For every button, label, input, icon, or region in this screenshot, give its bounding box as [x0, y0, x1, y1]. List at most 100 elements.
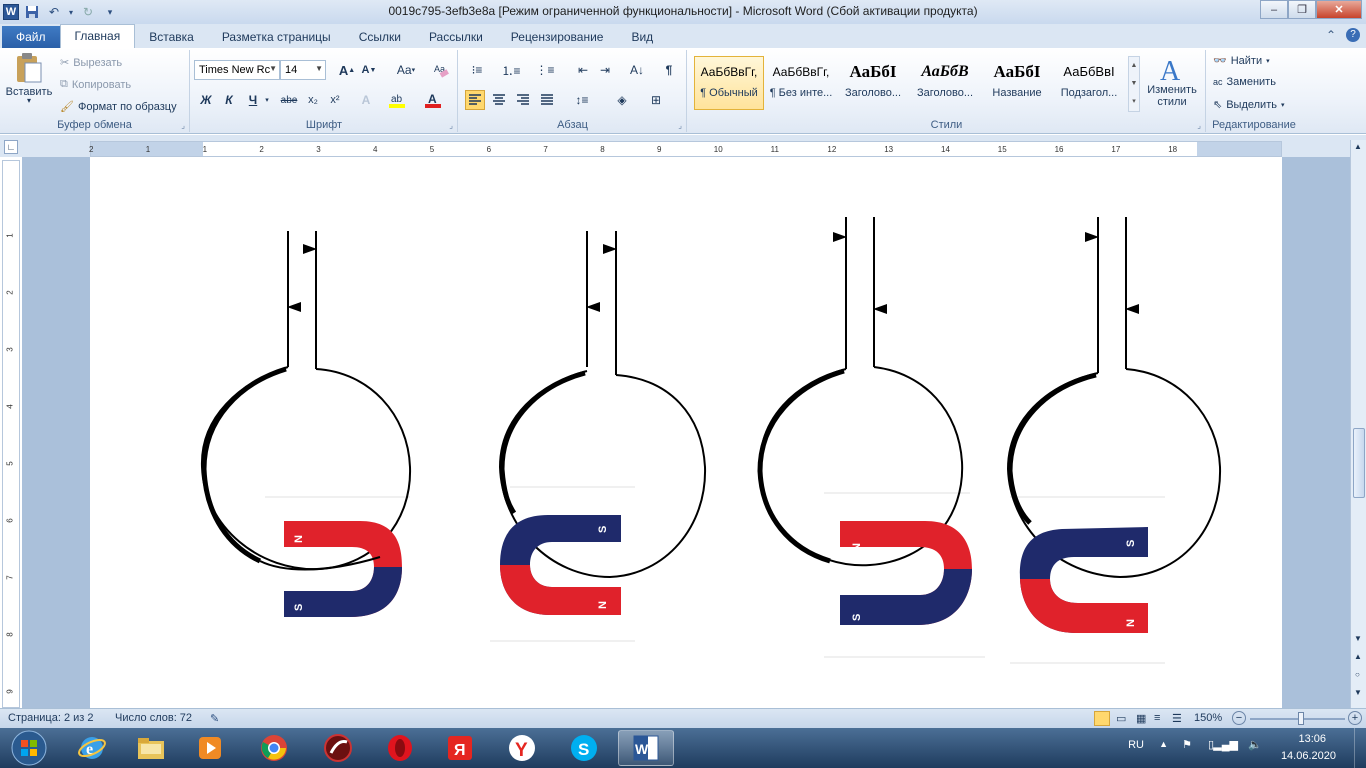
- text-effects-icon[interactable]: A: [356, 90, 376, 110]
- vertical-scrollbar[interactable]: ▲ ▼ ▲ ○ ▼: [1350, 140, 1366, 708]
- word-taskbar-icon[interactable]: W: [618, 730, 674, 766]
- word-count[interactable]: Число слов: 72: [115, 712, 192, 724]
- italic-button[interactable]: К: [219, 90, 239, 110]
- format-painter-button[interactable]: 🖌 Формат по образцу: [60, 100, 177, 114]
- minimize-button[interactable]: –: [1260, 0, 1288, 19]
- superscript-button[interactable]: x²: [325, 90, 345, 110]
- show-formatting-icon[interactable]: ¶: [659, 60, 679, 80]
- yandex-icon[interactable]: Y: [494, 730, 550, 766]
- style-normal[interactable]: АаБбВвГг, ¶ Обычный: [694, 56, 764, 110]
- network-signal-icon[interactable]: ▂▄▆: [1213, 738, 1238, 751]
- tab-page-layout[interactable]: Разметка страницы: [208, 26, 345, 48]
- font-name-combo[interactable]: Times New Rc ▼: [194, 60, 280, 80]
- opera-icon[interactable]: [372, 730, 428, 766]
- page-count[interactable]: Страница: 2 из 2: [8, 712, 94, 724]
- dialog-launcher-icon[interactable]: ⌟: [181, 121, 185, 130]
- tab-view[interactable]: Вид: [617, 26, 667, 48]
- scroll-down-icon[interactable]: ▼: [1354, 634, 1362, 643]
- dialog-launcher-icon[interactable]: ⌟: [1197, 121, 1201, 130]
- cut-button[interactable]: ✂ Вырезать: [60, 56, 122, 70]
- zoom-level[interactable]: 150%: [1194, 712, 1222, 724]
- multilevel-list-icon[interactable]: ⋮≡: [535, 60, 555, 80]
- clock-time[interactable]: 13:06: [1298, 733, 1326, 745]
- borders-icon[interactable]: ⊞: [643, 90, 669, 110]
- bullets-icon[interactable]: ⁝≡: [467, 60, 487, 80]
- start-button[interactable]: [0, 730, 58, 766]
- style-heading-2[interactable]: АаБбВ Заголово...: [910, 56, 980, 110]
- help-icon[interactable]: ?: [1346, 28, 1360, 42]
- underline-button[interactable]: Ч: [243, 90, 263, 110]
- bold-button[interactable]: Ж: [196, 90, 216, 110]
- underline-dropdown-icon[interactable]: ▾: [263, 90, 271, 110]
- proofing-icon[interactable]: ✎: [210, 712, 219, 725]
- internet-explorer-icon[interactable]: e: [64, 730, 120, 766]
- change-case-button[interactable]: Aa ▾: [393, 60, 419, 80]
- paste-button[interactable]: Вставить ▾: [4, 52, 54, 105]
- change-styles-button[interactable]: A Изменить стили: [1144, 54, 1200, 108]
- undo-dropdown-icon[interactable]: ▾: [67, 3, 75, 21]
- chrome-icon[interactable]: [246, 730, 302, 766]
- dialog-launcher-icon[interactable]: ⌟: [678, 121, 682, 130]
- justify-icon[interactable]: [537, 90, 557, 110]
- style-heading-1[interactable]: АаБбI Заголово...: [838, 56, 908, 110]
- browser-icon[interactable]: [310, 730, 366, 766]
- zoom-slider-thumb[interactable]: [1298, 712, 1304, 725]
- increase-indent-icon[interactable]: ⇥: [595, 60, 615, 80]
- show-desktop-button[interactable]: [1354, 728, 1366, 768]
- find-button[interactable]: 👓 Найти ▾: [1213, 54, 1270, 68]
- clock-date[interactable]: 14.06.2020: [1281, 750, 1336, 762]
- redo-icon[interactable]: ↻: [79, 3, 97, 21]
- maximize-button[interactable]: ❐: [1288, 0, 1316, 19]
- tab-file[interactable]: Файл: [2, 26, 60, 48]
- prev-page-icon[interactable]: ▲: [1354, 652, 1362, 661]
- numbering-icon[interactable]: ⒈≡: [501, 60, 521, 80]
- shrink-font-button[interactable]: A ▼: [359, 60, 379, 80]
- line-spacing-icon[interactable]: ↕≡: [569, 90, 595, 110]
- replace-button[interactable]: ac Заменить: [1213, 76, 1276, 88]
- volume-icon[interactable]: 🔈: [1248, 738, 1262, 751]
- zoom-out-icon[interactable]: −: [1232, 711, 1246, 725]
- next-page-icon[interactable]: ▼: [1354, 688, 1362, 697]
- word-app-icon[interactable]: W: [3, 4, 19, 20]
- yandex-browser-icon[interactable]: Я: [432, 730, 488, 766]
- web-layout-view-icon[interactable]: ▦: [1136, 712, 1146, 725]
- vertical-ruler[interactable]: 12345678910: [2, 160, 20, 753]
- tab-mailings[interactable]: Рассылки: [415, 26, 497, 48]
- highlight-color-icon[interactable]: ab: [387, 90, 407, 110]
- tab-insert[interactable]: Вставка: [135, 26, 208, 48]
- subscript-button[interactable]: x₂: [303, 90, 323, 110]
- tab-references[interactable]: Ссылки: [345, 26, 415, 48]
- print-layout-view-icon[interactable]: [1094, 711, 1110, 726]
- language-indicator[interactable]: RU: [1128, 739, 1144, 751]
- styles-scroll[interactable]: ▲ ▼ ▾: [1128, 56, 1140, 112]
- undo-icon[interactable]: ↶: [45, 3, 63, 21]
- file-explorer-icon[interactable]: [123, 730, 179, 766]
- show-hidden-icons-icon[interactable]: ▲: [1159, 739, 1168, 749]
- tab-review[interactable]: Рецензирование: [497, 26, 618, 48]
- align-left-icon[interactable]: [465, 90, 485, 110]
- style-subtitle[interactable]: АаБбВвI Подзагол...: [1054, 56, 1124, 110]
- select-button[interactable]: ⇖ Выделить ▾: [1213, 98, 1284, 112]
- save-icon[interactable]: [23, 3, 41, 21]
- style-title[interactable]: АаБбI Название: [982, 56, 1052, 110]
- font-color-icon[interactable]: A: [423, 90, 443, 110]
- scrollbar-thumb[interactable]: [1353, 428, 1365, 498]
- sort-icon[interactable]: A↓: [627, 60, 647, 80]
- copy-button[interactable]: ⧉ Копировать: [60, 78, 131, 91]
- grow-font-button[interactable]: A ▲: [337, 60, 357, 80]
- close-button[interactable]: ✕: [1316, 0, 1362, 19]
- browse-object-icon[interactable]: ○: [1355, 670, 1360, 679]
- customize-qat-icon[interactable]: ▾: [101, 3, 119, 21]
- document-page[interactable]: N S S N N S S N: [90, 157, 1282, 708]
- font-size-combo[interactable]: 14 ▼: [280, 60, 326, 80]
- strikethrough-button[interactable]: abe: [277, 90, 301, 110]
- action-center-flag-icon[interactable]: ⚑: [1182, 738, 1192, 751]
- outline-view-icon[interactable]: ≡: [1154, 712, 1160, 724]
- align-center-icon[interactable]: [489, 90, 509, 110]
- zoom-slider[interactable]: [1250, 712, 1345, 725]
- horizontal-ruler[interactable]: 2 1 1 2 3 4 5 6 7 8 9 10 11 12 13 14 15 16 17 18: [89, 141, 1282, 157]
- tab-selector[interactable]: ∟: [4, 140, 18, 154]
- skype-icon[interactable]: S: [556, 730, 612, 766]
- paste-dropdown-icon[interactable]: ▾: [27, 96, 31, 105]
- full-screen-view-icon[interactable]: ▭: [1116, 712, 1126, 725]
